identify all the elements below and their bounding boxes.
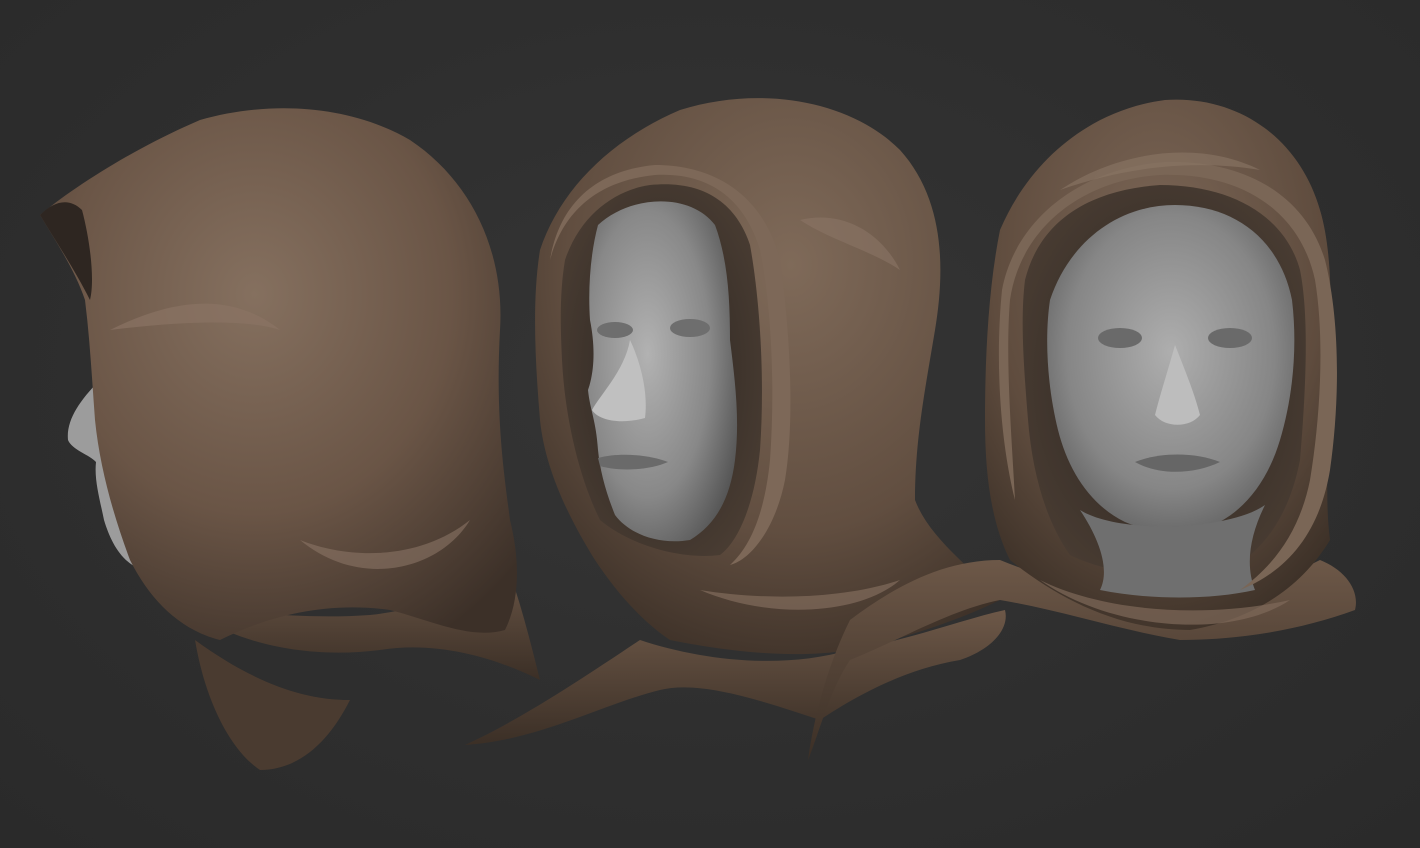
side-view-hooded-head [40, 108, 540, 770]
sculpt-render-canvas [0, 0, 1420, 848]
side-view-hood [40, 108, 517, 641]
three-quarter-view-right-eye [670, 319, 710, 337]
front-view-right-eye [1208, 328, 1252, 348]
front-view-left-eye [1098, 328, 1142, 348]
three-quarter-view-left-eye [597, 322, 633, 338]
three-quarter-view-face [588, 201, 738, 542]
side-view-drape-fold [195, 640, 350, 770]
three-quarter-view-hooded-head [465, 98, 1006, 745]
